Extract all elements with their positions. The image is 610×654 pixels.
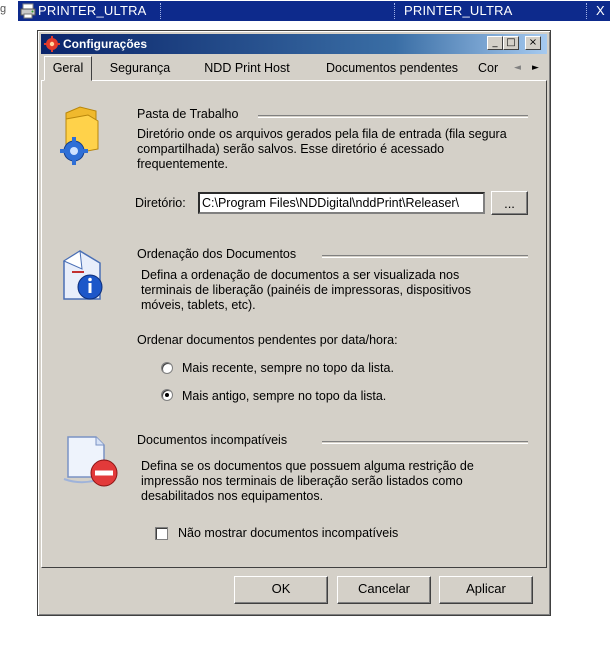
directory-field[interactable]: C:\Program Files\NDDigital\nddPrint\Rele… (198, 192, 485, 214)
ordering-question: Ordenar documentos pendentes por data/ho… (137, 333, 398, 347)
ordering-divider (322, 255, 528, 258)
incompatible-heading: Documentos incompatíveis (137, 433, 288, 447)
app-settings-icon (44, 36, 60, 52)
incompatible-description: Defina se os documentos que possuem algu… (141, 459, 474, 503)
radio-oldest-label[interactable]: Mais antigo, sempre no topo da lista. (182, 389, 386, 403)
workdir-description: Diretório onde os arquivos gerados pela … (137, 127, 507, 171)
taskbar: g PRINTER_ULTRA PRINTER_ULTRA X (0, 0, 610, 22)
taskbar-window-button[interactable]: PRINTER_ULTRA PRINTER_ULTRA X (18, 1, 610, 21)
directory-label: Diretório: (135, 196, 186, 210)
minimize-button[interactable]: _ (487, 36, 503, 50)
dialog-title: Configurações (63, 37, 148, 51)
taskbar-separator (394, 3, 395, 19)
taskbar-separator (586, 3, 587, 19)
hide-incompatible-label[interactable]: Não mostrar documentos incompatíveis (178, 526, 398, 540)
ok-button[interactable]: OK (234, 576, 328, 604)
tab-seguranca[interactable]: Segurança (102, 58, 178, 80)
taskbar-close-icon[interactable]: X (596, 3, 605, 18)
ordering-description: Defina a ordenação de documentos a ser v… (141, 268, 472, 312)
hide-incompatible-checkbox[interactable] (155, 527, 168, 540)
settings-dialog: Configurações _ □ × Geral Segurança NDD … (37, 30, 551, 616)
printer-icon (20, 3, 36, 19)
tab-geral[interactable]: Geral (44, 56, 92, 81)
folder-gear-icon (60, 106, 99, 165)
workdir-heading: Pasta de Trabalho (137, 107, 239, 121)
tab-ndd-print-host[interactable]: NDD Print Host (188, 58, 306, 80)
ordering-heading: Ordenação dos Documentos (137, 247, 297, 261)
radio-selected-dot (165, 393, 169, 397)
taskbar-title-left: PRINTER_ULTRA (38, 3, 147, 18)
incompatible-divider (322, 441, 528, 444)
maximize-button[interactable]: □ (503, 36, 519, 50)
close-button[interactable]: × (525, 36, 541, 50)
apply-button[interactable]: Aplicar (439, 576, 533, 604)
radio-most-recent[interactable] (161, 362, 173, 374)
tab-documentos-pendentes[interactable]: Documentos pendentes (314, 58, 470, 80)
tab-cor[interactable]: Cor (478, 58, 508, 80)
tab-scroll-left-icon[interactable]: ◄ (514, 63, 521, 73)
taskbar-separator (160, 3, 161, 19)
document-info-icon (62, 250, 103, 300)
browse-button[interactable]: ... (491, 191, 528, 215)
taskbar-fragment: g (0, 3, 7, 15)
document-blocked-icon (63, 436, 118, 487)
dialog-titlebar[interactable]: Configurações _ □ × (41, 34, 547, 54)
radio-oldest[interactable] (161, 389, 173, 401)
workdir-divider (258, 115, 528, 118)
cancel-button[interactable]: Cancelar (337, 576, 431, 604)
tab-scroll-right-icon[interactable]: ► (532, 63, 539, 73)
taskbar-title-right: PRINTER_ULTRA (404, 3, 513, 18)
radio-most-recent-label[interactable]: Mais recente, sempre no topo da lista. (182, 361, 394, 375)
